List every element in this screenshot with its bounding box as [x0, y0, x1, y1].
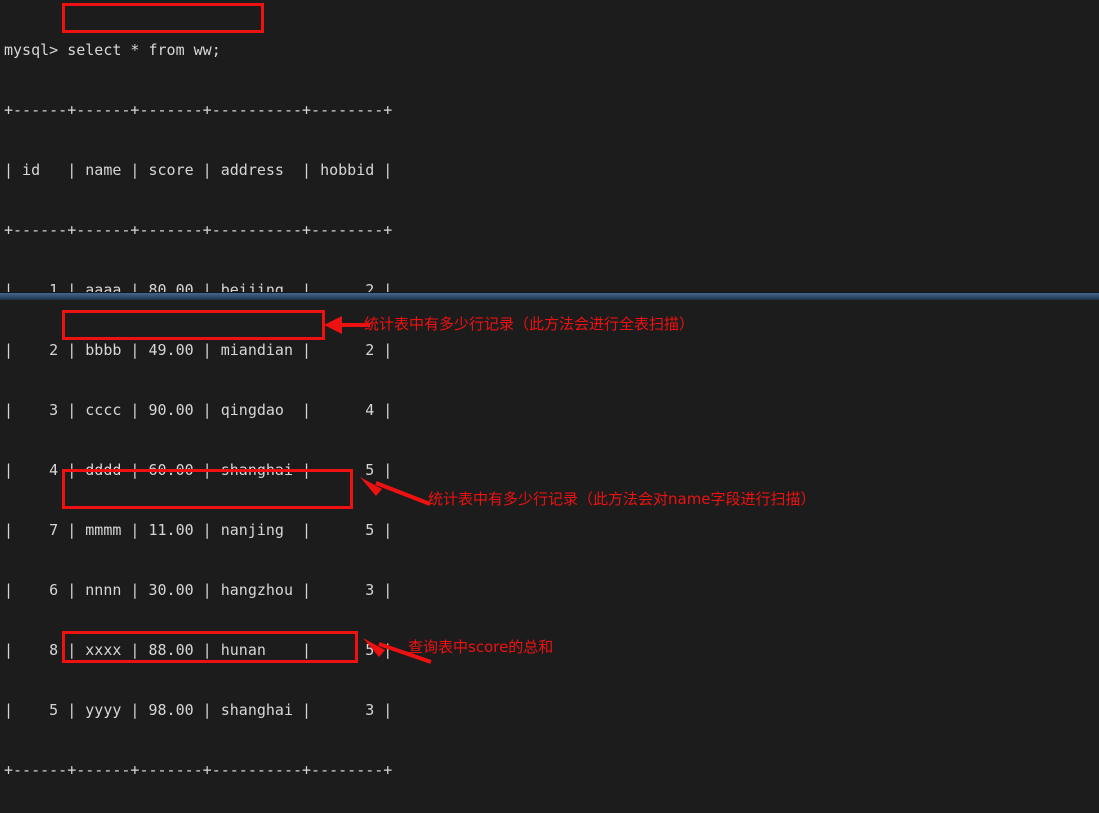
terminal-line: +------+------+-------+----------+------…	[4, 101, 393, 119]
annotation-text-sum-score: 查询表中score的总和	[408, 638, 554, 656]
terminal-line: | 5 | yyyy | 98.00 | shanghai | 3 |	[4, 701, 393, 719]
terminal-line: | 6 | nnnn | 30.00 | hangzhou | 3 |	[4, 581, 393, 599]
terminal-line: +------+------+-------+----------+------…	[4, 761, 393, 779]
terminal-line: | id | name | score | address | hobbid |	[4, 161, 393, 179]
terminal-line: | 7 | mmmm | 11.00 | nanjing | 5 |	[4, 521, 393, 539]
annotation-text-count-name: 统计表中有多少行记录（此方法会对name字段进行扫描）	[428, 490, 816, 508]
terminal-screen[interactable]: mysql> select * from ww; +------+------+…	[0, 0, 1099, 813]
annotation-text-count-star: 统计表中有多少行记录（此方法会进行全表扫描）	[364, 315, 695, 333]
terminal-line: | 4 | dddd | 60.00 | shanghai | 5 |	[4, 461, 393, 479]
terminal-line: +------+------+-------+----------+------…	[4, 221, 393, 239]
terminal-line: | 3 | cccc | 90.00 | qingdao | 4 |	[4, 401, 393, 419]
annotation-arrow-2	[360, 477, 431, 506]
terminal-output[interactable]: mysql> select * from ww; +------+------+…	[4, 0, 1094, 813]
blue-divider-bar	[0, 293, 1099, 300]
terminal-line: | 2 | bbbb | 49.00 | miandian | 2 |	[4, 341, 393, 359]
terminal-line: mysql> select * from ww;	[4, 41, 221, 59]
